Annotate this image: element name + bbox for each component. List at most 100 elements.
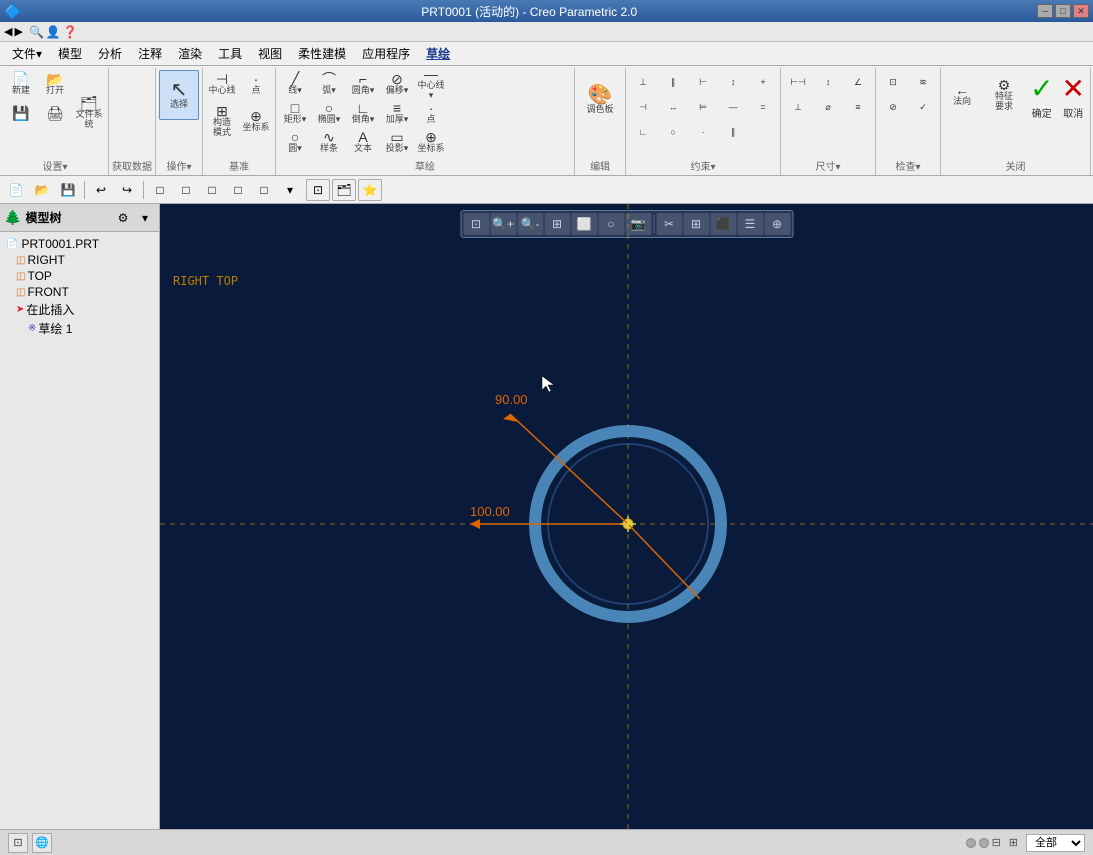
open-button[interactable]: 📂打开 [39,70,71,98]
vt-shade[interactable]: ⬛ [710,213,736,235]
nav-forward-icon[interactable]: ▶ [14,25,22,38]
d3-button[interactable]: ∠ [844,70,872,94]
panel-expand-btn[interactable]: ▾ [135,208,155,228]
tree-item-insert[interactable]: ➤ 在此插入 [4,300,155,319]
tree-item-sketch1[interactable]: ※ 草绘 1 [4,319,155,338]
vt-grid[interactable]: ⊞ [683,213,709,235]
menu-sketch[interactable]: 草绘 [418,43,458,64]
print-button[interactable]: 🖨 [39,99,71,127]
panel-toggle-btn2[interactable]: 🗂 [332,179,356,201]
new2-button[interactable]: 📄 [4,179,28,201]
c6-button[interactable]: ⊣ [629,95,657,119]
chamfer-button[interactable]: ∟倒角▾ [347,99,379,127]
panel-settings-btn[interactable]: ⚙ [113,208,133,228]
vt-scissors[interactable]: ✂ [656,213,682,235]
tree-item-right[interactable]: ◫ RIGHT [4,252,155,268]
vt-refit[interactable]: ⊞ [544,213,570,235]
nav-back-icon[interactable]: ◀ [4,25,12,38]
construct-mode-button[interactable]: ⊞ 构造模式 [206,101,238,141]
user-icon[interactable]: 👤 [46,25,61,39]
layer-button[interactable]: □ [226,179,250,201]
help-icon[interactable]: ❓ [63,25,78,39]
viewport[interactable]: RIGHT TOP ⊡ 🔍+ 🔍- ⊞ ⬜ ○ 📷 ✂ ⊞ ⬛ ☰ ⊕ [160,204,1093,829]
c12-button[interactable]: ○ [659,120,687,144]
save-button[interactable]: 💾 [5,99,37,127]
c7-button[interactable]: ↔ [659,95,687,119]
spline-button[interactable]: ∿样条 [313,128,345,156]
ellipse-button[interactable]: ○椭圆▾ [313,99,345,127]
minimize-button[interactable]: ─ [1037,4,1053,18]
maximize-button[interactable]: □ [1055,4,1071,18]
new-button[interactable]: 📄新建 [5,70,37,98]
redo-button[interactable]: ↪ [115,179,139,201]
save2-button[interactable]: 💾 [56,179,80,201]
search-icon[interactable]: 🔍 [29,25,44,39]
inspect4-button[interactable]: ✓ [909,95,937,119]
c3-button[interactable]: ⊢ [689,70,717,94]
fillet-button[interactable]: ⌐圆角▾ [347,70,379,98]
c13-button[interactable]: · [689,120,717,144]
menu-annotation[interactable]: 注释 [130,43,170,64]
vt-spin[interactable]: ⬜ [571,213,597,235]
panel-toggle-btn1[interactable]: ⊡ [306,179,330,201]
d1-button[interactable]: ⊢⊣ [784,70,812,94]
d6-button[interactable]: ≡ [844,95,872,119]
menu-view[interactable]: 视图 [250,43,290,64]
inspect2-button[interactable]: ≋ [909,70,937,94]
panel-toggle-btn3[interactable]: ⭐ [358,179,382,201]
vt-list[interactable]: ☰ [737,213,763,235]
c1-button[interactable]: ⊥ [629,70,657,94]
coord-system-button[interactable]: ⊕坐标系 [240,107,272,135]
vt-zoom-out[interactable]: 🔍- [517,213,543,235]
coord-system2-button[interactable]: ⊕坐标系 [415,128,447,156]
c10-button[interactable]: = [749,95,777,119]
open2-button[interactable]: 📂 [30,179,54,201]
thicken-button[interactable]: ≡加厚▾ [381,99,413,127]
more-button[interactable]: ▾ [278,179,302,201]
c5-button[interactable]: + [749,70,777,94]
inspect1-button[interactable]: ⊡ [879,70,907,94]
c4-button[interactable]: ↕ [719,70,747,94]
menu-flexible[interactable]: 柔性建模 [290,43,354,64]
select-tool-button[interactable]: ↖ 选择 [159,70,199,120]
menu-model[interactable]: 模型 [50,43,90,64]
status-icon-1[interactable]: ⊡ [8,833,28,853]
vt-capture[interactable]: 📷 [625,213,651,235]
menu-tools[interactable]: 工具 [210,43,250,64]
confirm-cancel-button[interactable]: ✕ 取消 [1060,70,1087,120]
vt-zoom-in[interactable]: 🔍+ [490,213,516,235]
view-button[interactable]: □ [174,179,198,201]
repaint-button[interactable]: □ [148,179,172,201]
c2-button[interactable]: ∥ [659,70,687,94]
zoom-select[interactable]: 全部 50% 100% [1026,834,1085,852]
status-icon-2[interactable]: 🌐 [32,833,52,853]
menu-analysis[interactable]: 分析 [90,43,130,64]
palette-button[interactable]: 🎨 调色板 [578,70,622,130]
tree-item-top[interactable]: ◫ TOP [4,268,155,284]
shade-button[interactable]: □ [252,179,276,201]
menu-file[interactable]: 文件▾ [4,43,50,64]
text-button[interactable]: A文本 [347,128,379,156]
point-button[interactable]: ·点 [240,70,272,98]
rectangle-button[interactable]: □矩形▾ [279,99,311,127]
vt-zoom-fit[interactable]: ⊡ [463,213,489,235]
tree-item-front[interactable]: ◫ FRONT [4,284,155,300]
menu-apps[interactable]: 应用程序 [354,43,418,64]
vt-pan[interactable]: ○ [598,213,624,235]
point2-button[interactable]: ·点 [415,99,447,127]
line-button[interactable]: ╱线▾ [279,70,311,98]
circle-button[interactable]: ○圆▾ [279,128,311,156]
inspect3-button[interactable]: ⊘ [879,95,907,119]
model-view-button[interactable]: □ [200,179,224,201]
c14-button[interactable]: ∥ [719,120,747,144]
d5-button[interactable]: ⌀ [814,95,842,119]
centerline-button[interactable]: ⊣中心线 [206,70,238,98]
c11-button[interactable]: ∟ [629,120,657,144]
feature-requirements-button[interactable]: ⚙特征要求 [984,70,1024,120]
arc-button[interactable]: ⌒弧▾ [313,70,345,98]
normal-direction-button[interactable]: ←法向 [944,70,980,120]
c8-button[interactable]: ⊨ [689,95,717,119]
d2-button[interactable]: ↕ [814,70,842,94]
confirm-ok-button[interactable]: ✓ 确定 [1028,70,1055,120]
file-system-button[interactable]: 🗂文件系统 [73,99,105,127]
